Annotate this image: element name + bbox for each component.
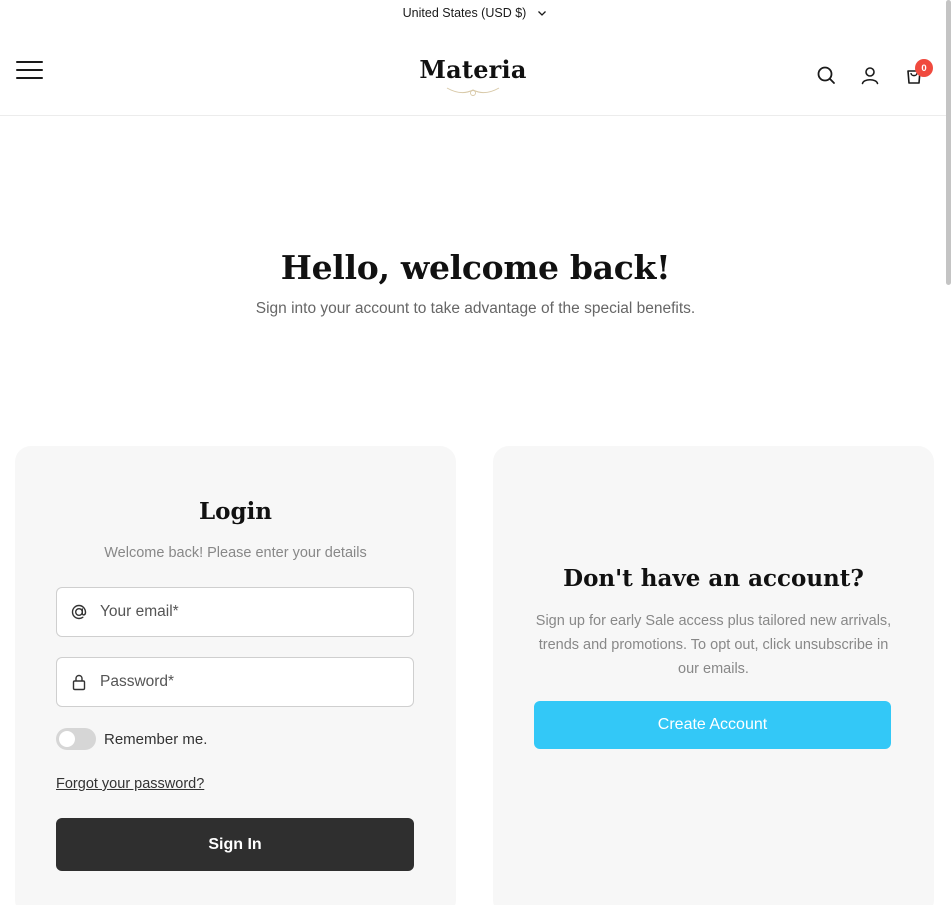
register-description: Sign up for early Sale access plus tailo… [535,613,892,677]
hamburger-menu-icon[interactable] [16,61,43,81]
search-icon[interactable] [815,64,837,86]
currency-selector-label: United States (USD $) [402,6,527,20]
register-card: Don't have an account? Sign up for early… [493,446,934,905]
password-field[interactable]: Password* [56,657,414,707]
email-field[interactable]: Your email* [56,587,414,637]
register-title: Don't have an account? [563,565,864,592]
chevron-down-icon [536,7,548,19]
site-logo[interactable]: Materia [398,54,548,102]
page-scrollbar[interactable] [944,0,951,905]
currency-selector[interactable]: United States (USD $) [0,0,951,26]
remember-me: Remember me. [56,728,207,750]
email-placeholder: Your email* [100,603,179,620]
create-account-button[interactable]: Create Account [534,701,891,749]
scrollbar-thumb[interactable] [946,0,951,285]
remember-me-toggle[interactable] [56,728,96,750]
page-subtitle: Sign into your account to take advantage… [255,300,696,317]
remember-me-label[interactable]: Remember me. [104,731,207,748]
at-sign-icon [69,602,89,622]
user-icon[interactable] [859,64,881,86]
password-placeholder: Password* [100,673,175,690]
page-title: Hello, welcome back! [280,248,671,287]
cart-count-badge: 0 [915,59,933,77]
logo-flourish-icon [446,87,500,96]
login-subtitle: Welcome back! Please enter your details [104,545,367,561]
lock-icon [69,672,89,692]
site-header: Materia 0 [0,26,951,116]
login-card: Login Welcome back! Please enter your de… [15,446,456,905]
logo-text: Materia [419,55,527,84]
forgot-password-link[interactable]: Forgot your password? [56,776,204,792]
toggle-knob [59,731,75,747]
sign-in-button[interactable]: Sign In [56,818,414,871]
login-title: Login [198,498,273,525]
